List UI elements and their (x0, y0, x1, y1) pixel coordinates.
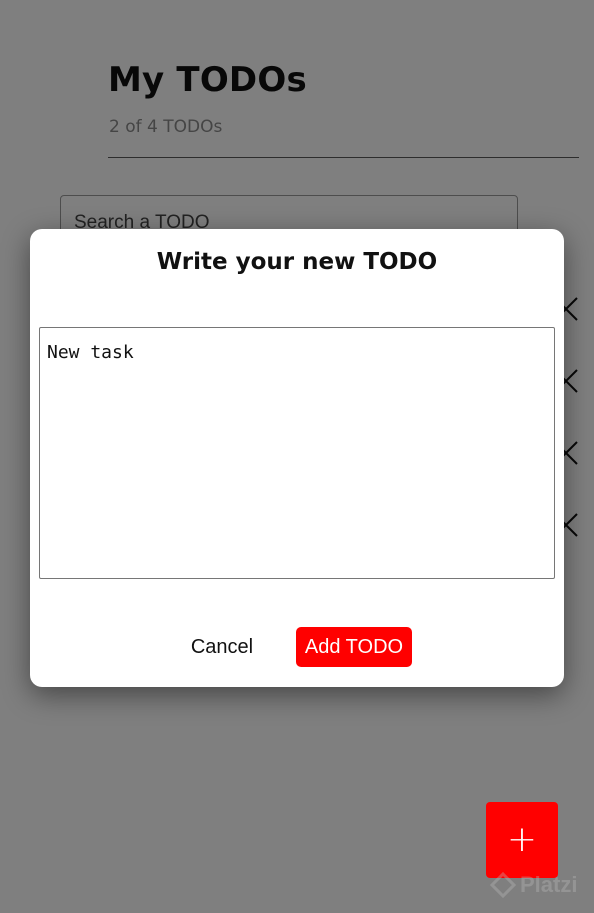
new-todo-textarea[interactable] (39, 327, 555, 579)
watermark-text: Platzi (520, 872, 578, 897)
create-todo-fab-button[interactable]: + (486, 802, 558, 878)
cancel-button[interactable]: Cancel (180, 627, 264, 667)
plus-icon: + (506, 819, 538, 860)
modal-title: Write your new TODO (156, 249, 438, 275)
platzi-watermark: Platzi (490, 872, 577, 898)
platzi-logo-icon (490, 872, 516, 898)
add-todo-button[interactable]: Add TODO (296, 627, 412, 667)
new-todo-modal: Write your new TODO Cancel Add TODO (30, 229, 564, 687)
